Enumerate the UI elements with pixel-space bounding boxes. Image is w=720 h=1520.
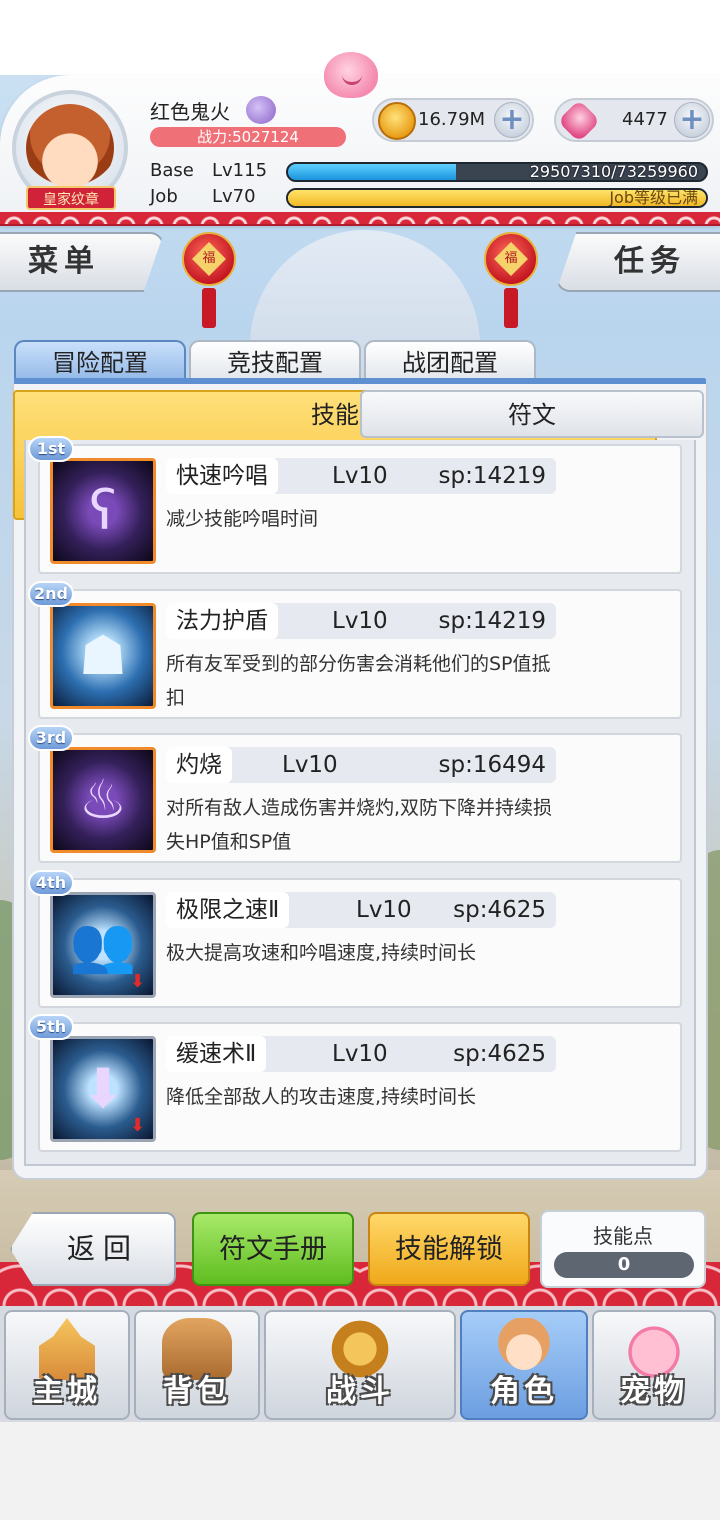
skill-rank-badge: 2nd xyxy=(28,581,74,607)
subtab-runes[interactable]: 符文 xyxy=(360,390,704,438)
skill-description: 所有友军受到的部分伤害会消耗他们的SP值抵扣 xyxy=(166,653,551,709)
skill-level: Lv10 xyxy=(356,897,412,923)
skill-rank-badge: 5th xyxy=(28,1014,74,1040)
nav-pet[interactable]: 宠物 xyxy=(592,1310,716,1420)
add-gem-button[interactable]: + xyxy=(674,102,710,138)
menu-button[interactable]: 菜单 xyxy=(0,232,164,292)
skill-unlock-button[interactable]: 技能解锁 xyxy=(368,1212,530,1286)
pet-poring-icon[interactable] xyxy=(322,50,380,100)
job-exp-text: Job等级已满 xyxy=(609,188,698,207)
chant-rune-icon: ʕ xyxy=(50,458,156,564)
back-button[interactable]: 返回 xyxy=(10,1212,176,1286)
skill-rank-badge: 1st xyxy=(28,436,74,462)
skill-row[interactable]: ♨ 3rd 灼烧 Lv10 sp:16494 对所有敌人造成伤害并烧灼,双防下降… xyxy=(28,725,682,863)
skill-points-value: 0 xyxy=(554,1252,694,1278)
gem-value: 4477 xyxy=(622,109,668,130)
skill-description: 降低全部敌人的攻击速度,持续时间长 xyxy=(166,1086,477,1108)
nav-label: 角色 xyxy=(490,1374,558,1409)
skill-points-label: 技能点 xyxy=(593,1224,653,1248)
lantern-icon: 福 xyxy=(482,230,540,328)
rune-manual-button[interactable]: 符文手册 xyxy=(192,1212,354,1286)
festive-wave-border xyxy=(0,212,720,226)
lantern-icon: 福 xyxy=(180,230,238,328)
gem-icon xyxy=(557,99,601,143)
skill-sp: sp:4625 xyxy=(453,1041,546,1067)
base-exp-fill xyxy=(288,164,457,180)
nav-label: 战斗 xyxy=(326,1374,394,1409)
nav-battle[interactable]: 战斗 xyxy=(264,1310,456,1420)
player-name: 红色鬼火 xyxy=(150,100,230,124)
extreme-speed-icon: 👥 ⬇ xyxy=(50,892,156,998)
skill-name: 快速吟唱 xyxy=(166,458,278,494)
quest-button[interactable]: 任务 xyxy=(556,232,720,292)
combat-power: 战力:5027124 xyxy=(150,127,346,147)
base-label: Base xyxy=(150,160,194,181)
lantern-glyph: 福 xyxy=(202,251,216,266)
base-exp-text: 29507310/73259960 xyxy=(529,162,698,181)
skill-name: 法力护盾 xyxy=(166,603,278,639)
skill-name: 缓速术Ⅱ xyxy=(166,1036,267,1072)
rank-gem-icon xyxy=(246,96,276,124)
debuff-arrow-icon: ⬇ xyxy=(129,1115,145,1136)
avatar[interactable] xyxy=(26,104,114,192)
avatar-badge: 皇家纹章 xyxy=(26,186,116,210)
skill-row[interactable]: ʕ 1st 快速吟唱 Lv10 sp:14219 减少技能吟唱时间 xyxy=(28,436,682,574)
base-level: Lv115 xyxy=(212,160,268,181)
nav-backpack[interactable]: 背包 xyxy=(134,1310,260,1420)
nav-character[interactable]: 角色 xyxy=(460,1310,588,1420)
nav-main-city[interactable]: 主城 xyxy=(4,1310,130,1420)
skill-name: 极限之速Ⅱ xyxy=(166,892,290,928)
add-gold-button[interactable]: + xyxy=(494,102,530,138)
skill-sp: sp:14219 xyxy=(438,608,547,634)
skill-sp: sp:14219 xyxy=(438,463,547,489)
skill-level: Lv10 xyxy=(282,752,338,778)
skill-row[interactable]: ⬇ ⬇ 5th 缓速术Ⅱ Lv10 sp:4625 降低全部敌人的攻击速度,持续… xyxy=(28,1014,682,1152)
skill-row[interactable]: ☗ 2nd 法力护盾 Lv10 sp:14219 所有友军受到的部分伤害会消耗他… xyxy=(28,581,682,719)
job-level: Lv70 xyxy=(212,186,256,207)
system-bottom-area xyxy=(0,1422,720,1520)
gold-currency: 16.79M + xyxy=(372,98,534,142)
nav-label: 宠物 xyxy=(620,1374,688,1409)
skill-sp: sp:4625 xyxy=(453,897,546,923)
skill-points-panel: 技能点 0 xyxy=(540,1210,706,1288)
nav-label: 背包 xyxy=(163,1374,231,1409)
base-exp-bar: 29507310/73259960 xyxy=(286,162,708,182)
skill-level: Lv10 xyxy=(332,1041,388,1067)
nav-label: 主城 xyxy=(33,1374,101,1409)
slow-spell-icon: ⬇ ⬇ xyxy=(50,1036,156,1142)
bottom-nav: 主城 背包 战斗 角色 宠物 xyxy=(0,1306,720,1422)
skill-description: 极大提高攻速和吟唱速度,持续时间长 xyxy=(166,942,477,964)
mana-shield-icon: ☗ xyxy=(50,603,156,709)
lantern-glyph: 福 xyxy=(504,251,518,266)
skill-rank-badge: 4th xyxy=(28,870,74,896)
debuff-arrow-icon: ⬇ xyxy=(129,971,145,992)
gold-value: 16.79M xyxy=(418,109,486,130)
burn-flame-icon: ♨ xyxy=(50,747,156,853)
skill-sp: sp:16494 xyxy=(438,752,547,778)
skill-description: 对所有敌人造成伤害并烧灼,双防下降并持续损失HP值和SP值 xyxy=(166,797,553,853)
skill-row[interactable]: 👥 ⬇ 4th 极限之速Ⅱ Lv10 sp:4625 极大提高攻速和吟唱速度,持… xyxy=(28,870,682,1008)
skill-rank-badge: 3rd xyxy=(28,725,74,751)
gem-currency: 4477 + xyxy=(554,98,714,143)
skill-description: 减少技能吟唱时间 xyxy=(166,508,319,530)
job-label: Job xyxy=(150,186,178,207)
job-exp-bar: Job等级已满 xyxy=(286,188,708,208)
gold-coin-icon xyxy=(378,102,416,140)
skill-level: Lv10 xyxy=(332,608,388,634)
skill-name: 灼烧 xyxy=(166,747,232,783)
skill-level: Lv10 xyxy=(332,463,388,489)
